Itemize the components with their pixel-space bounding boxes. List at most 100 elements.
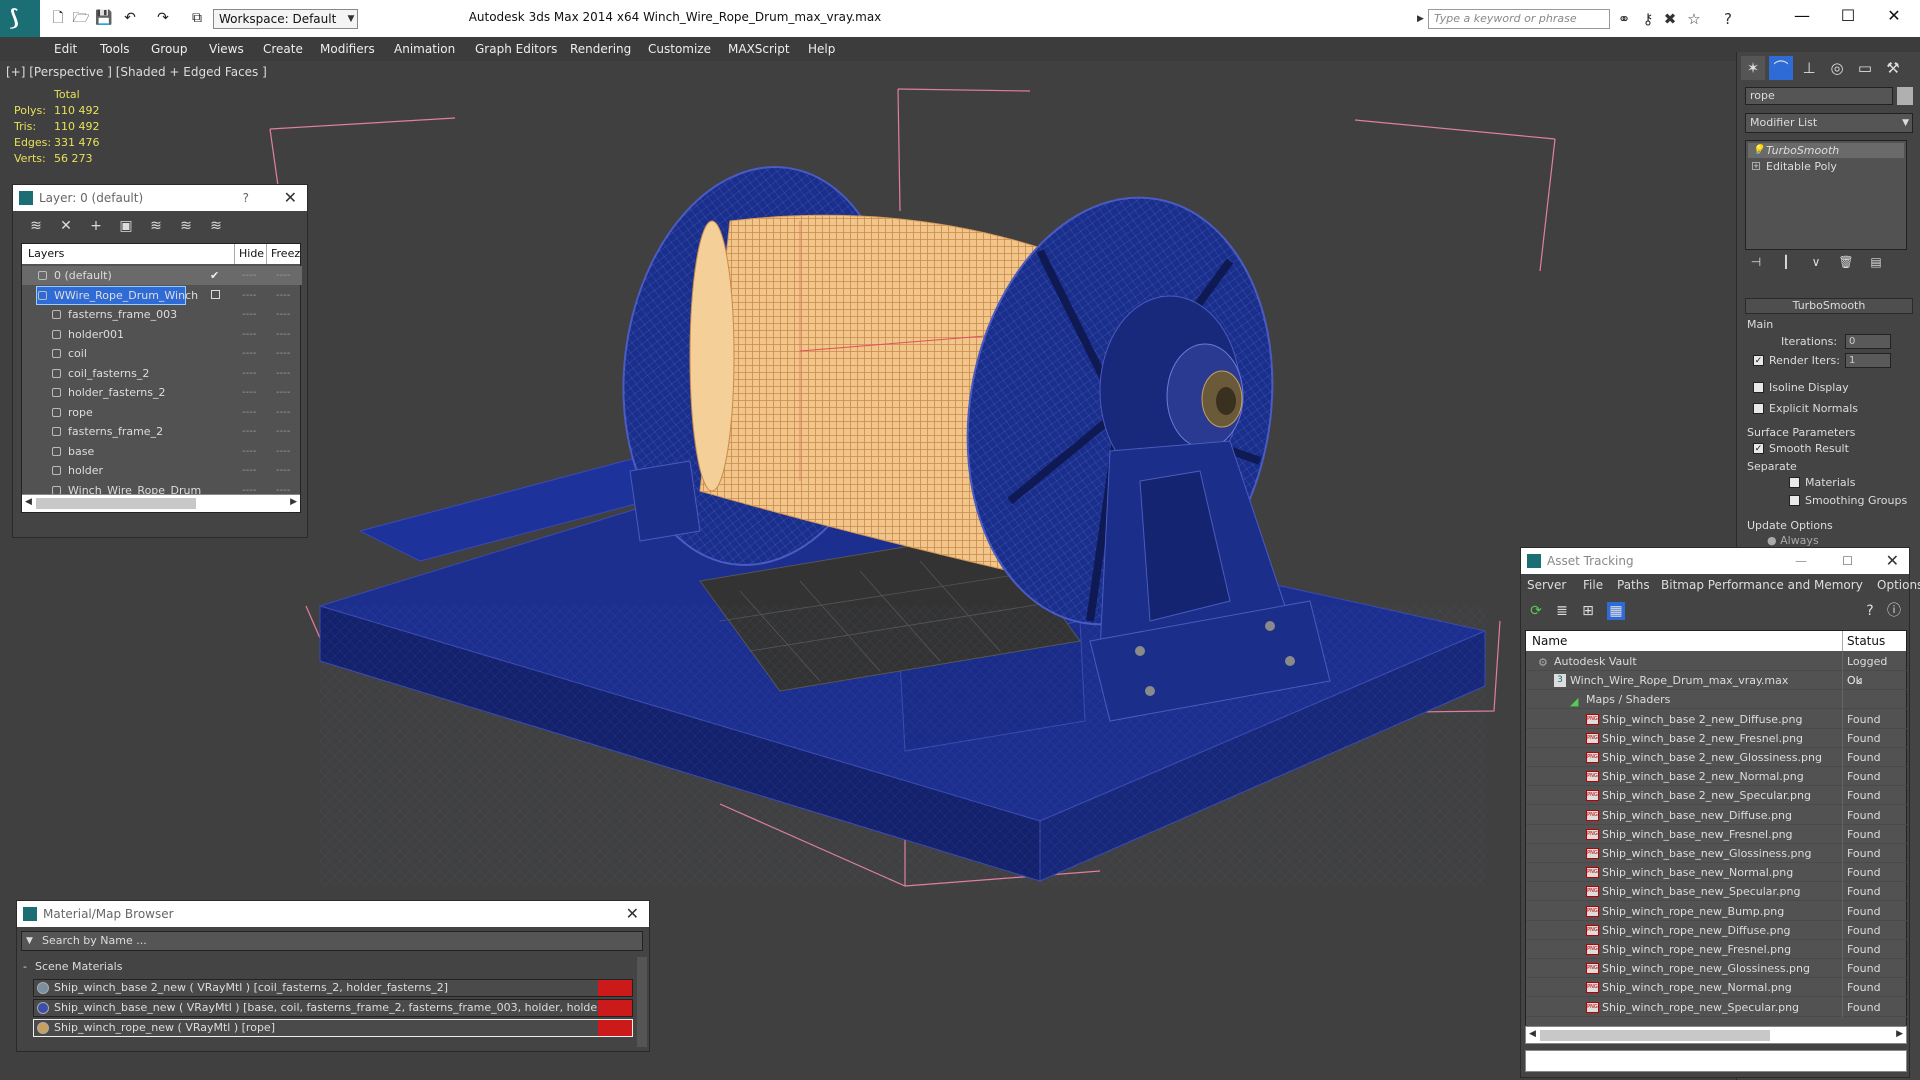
delete-layer-icon[interactable]: ✕ xyxy=(57,217,75,235)
asset-row[interactable]: PNG Ship_winch_base_new_Normal.png Found xyxy=(1526,863,1908,883)
freeze-all-icon[interactable]: ≋ xyxy=(207,217,225,235)
make-active-box[interactable] xyxy=(211,289,220,299)
display-tab-icon[interactable]: ▭ xyxy=(1853,56,1877,80)
scroll-left-icon[interactable]: ◀ xyxy=(1529,1029,1536,1039)
hide-toggle[interactable]: ---- xyxy=(242,266,256,285)
info-icon[interactable]: ⓘ xyxy=(1885,602,1903,620)
freeze-toggle[interactable]: ---- xyxy=(276,383,290,402)
search-input[interactable]: Type a keyword or phrase xyxy=(1428,9,1610,29)
asset-path-field[interactable] xyxy=(1525,1050,1907,1072)
turbosmooth-rollout-header[interactable]: TurboSmooth xyxy=(1745,298,1913,314)
stack-item-editable-poly[interactable]: + Editable Poly xyxy=(1748,159,1904,174)
horizontal-scrollbar[interactable]: ◀ ▶ xyxy=(22,494,300,512)
vertical-scrollbar[interactable] xyxy=(637,957,647,1047)
col-hide[interactable]: Hide xyxy=(234,244,264,264)
material-panel-title[interactable]: Material/Map Browser ✕ xyxy=(17,901,649,927)
close-icon[interactable]: ✕ xyxy=(1872,2,1916,30)
lightbulb-icon[interactable]: 💡 xyxy=(1752,143,1764,158)
hide-toggle[interactable]: ---- xyxy=(242,442,256,461)
key-icon[interactable]: ⚷ xyxy=(1638,9,1658,29)
scroll-thumb[interactable] xyxy=(1540,1030,1770,1041)
hide-all-icon[interactable]: ≋ xyxy=(177,217,195,235)
add-to-layer-icon[interactable]: + xyxy=(87,217,105,235)
help-icon[interactable]: ? xyxy=(1861,602,1879,620)
freeze-toggle[interactable]: ---- xyxy=(276,422,290,441)
freeze-toggle[interactable]: ---- xyxy=(276,461,290,480)
chevron-down-icon[interactable]: ▼ xyxy=(1902,114,1909,132)
layer-object-row[interactable]: coil ---- ---- xyxy=(22,344,302,363)
freeze-toggle[interactable]: ---- xyxy=(276,305,290,324)
menu-options[interactable]: Options xyxy=(1877,574,1920,596)
close-icon[interactable]: ✕ xyxy=(1886,548,1899,574)
menu-bitmap-performance[interactable]: Bitmap Performance and Memory xyxy=(1661,574,1863,596)
freeze-toggle[interactable]: ---- xyxy=(276,325,290,344)
menu-edit[interactable]: Edit xyxy=(54,37,77,61)
viewport-label[interactable]: [+] [Perspective ] [Shaded + Edged Faces… xyxy=(6,65,267,79)
freeze-toggle[interactable]: ---- xyxy=(276,442,290,461)
freeze-toggle[interactable]: ---- xyxy=(276,286,290,305)
menu-file[interactable]: File xyxy=(1583,574,1603,596)
menu-create[interactable]: Create xyxy=(263,37,303,61)
scroll-left-icon[interactable]: ◀ xyxy=(25,497,32,507)
menu-rendering[interactable]: Rendering xyxy=(570,37,631,61)
smooth-result-checkbox[interactable]: ✓ xyxy=(1753,443,1764,454)
menu-group[interactable]: Group xyxy=(151,37,188,61)
render-iters-checkbox[interactable]: ✓ xyxy=(1753,355,1764,366)
chevron-down-icon[interactable]: ▼ xyxy=(26,932,33,950)
always-radio[interactable]: ● Always xyxy=(1767,534,1819,547)
isoline-checkbox[interactable] xyxy=(1753,382,1764,393)
expand-icon[interactable]: + xyxy=(1752,162,1760,170)
asset-row[interactable]: PNG Ship_winch_rope_new_Bump.png Found xyxy=(1526,901,1908,921)
menu-tools[interactable]: Tools xyxy=(100,37,130,61)
minimize-icon[interactable]: — xyxy=(1795,548,1807,574)
asset-row[interactable]: PNG Ship_winch_base 2_new_Normal.png Found xyxy=(1526,767,1908,787)
hide-toggle[interactable]: ---- xyxy=(242,364,256,383)
configure-sets-icon[interactable]: ▤ xyxy=(1867,255,1885,273)
stack-item-turbosmooth[interactable]: 💡 TurboSmooth xyxy=(1748,143,1904,158)
pin-stack-icon[interactable]: ⊣ xyxy=(1747,255,1765,273)
material-row[interactable]: Ship_winch_base 2_new ( VRayMtl ) [coil_… xyxy=(33,979,633,997)
help-button[interactable]: ? xyxy=(243,185,249,211)
asset-row[interactable]: ◢ Maps / Shaders xyxy=(1526,690,1908,710)
freeze-toggle[interactable]: ---- xyxy=(276,403,290,422)
menu-help[interactable]: Help xyxy=(808,37,835,61)
menu-modifiers[interactable]: Modifiers xyxy=(320,37,375,61)
asset-row[interactable]: PNG Ship_winch_rope_new_Specular.png Found xyxy=(1526,997,1908,1017)
asset-row[interactable]: PNG Ship_winch_rope_new_Diffuse.png Found xyxy=(1526,920,1908,940)
hide-toggle[interactable]: ---- xyxy=(242,286,256,305)
scroll-right-icon[interactable]: ▶ xyxy=(1896,1029,1903,1039)
menu-views[interactable]: Views xyxy=(209,37,244,61)
scroll-thumb[interactable] xyxy=(36,498,196,509)
menu-graph-editors[interactable]: Graph Editors xyxy=(475,37,557,61)
star-icon[interactable]: ☆ xyxy=(1684,9,1704,29)
asset-row[interactable]: PNG Ship_winch_rope_new_Normal.png Found xyxy=(1526,978,1908,998)
horizontal-scrollbar[interactable]: ◀ ▶ xyxy=(1525,1026,1907,1044)
close-icon[interactable]: ✕ xyxy=(284,185,297,211)
hide-toggle[interactable]: ---- xyxy=(242,325,256,344)
hide-toggle[interactable]: ---- xyxy=(242,461,256,480)
iterations-spinner[interactable]: 0 xyxy=(1845,334,1891,349)
freeze-toggle[interactable]: ---- xyxy=(276,266,290,285)
layer-row[interactable]: WWire_Rope_Drum_Winch ---- ---- xyxy=(22,285,302,305)
layer-object-row[interactable]: fasterns_frame_2 ---- ---- xyxy=(22,422,302,441)
material-row[interactable]: Ship_winch_base_new ( VRayMtl ) [base, c… xyxy=(33,999,633,1017)
layer-object-row[interactable]: fasterns_frame_003 ---- ---- xyxy=(22,305,302,324)
layer-object-row[interactable]: rope ---- ---- xyxy=(22,403,302,422)
modifier-list-dropdown[interactable]: Modifier List ▼ xyxy=(1745,113,1913,133)
asset-row[interactable]: PNG Ship_winch_base 2_new_Fresnel.png Foun… xyxy=(1526,728,1908,748)
asset-row[interactable]: PNG Ship_winch_rope_new_Fresnel.png Found xyxy=(1526,940,1908,959)
col-freeze[interactable]: Freez xyxy=(266,244,300,264)
hide-toggle[interactable]: ---- xyxy=(242,422,256,441)
exchange-icon[interactable]: ✖ xyxy=(1660,9,1680,29)
maximize-icon[interactable]: ☐ xyxy=(1842,548,1853,574)
create-tab-icon[interactable]: ✶ xyxy=(1741,56,1765,80)
asset-row[interactable]: PNG Ship_winch_base 2_new_Diffuse.png Foun… xyxy=(1526,709,1908,729)
motion-tab-icon[interactable]: ◎ xyxy=(1825,56,1849,80)
utilities-tab-icon[interactable]: ⚒ xyxy=(1881,56,1905,80)
active-layer-check-icon[interactable]: ✔ xyxy=(210,266,219,285)
explicit-normals-checkbox[interactable] xyxy=(1753,403,1764,414)
freeze-toggle[interactable]: ---- xyxy=(276,344,290,363)
layer-object-row[interactable]: holder_fasterns_2 ---- ---- xyxy=(22,383,302,402)
smoothing-groups-checkbox[interactable] xyxy=(1789,495,1800,506)
menu-server[interactable]: Server xyxy=(1527,574,1566,596)
